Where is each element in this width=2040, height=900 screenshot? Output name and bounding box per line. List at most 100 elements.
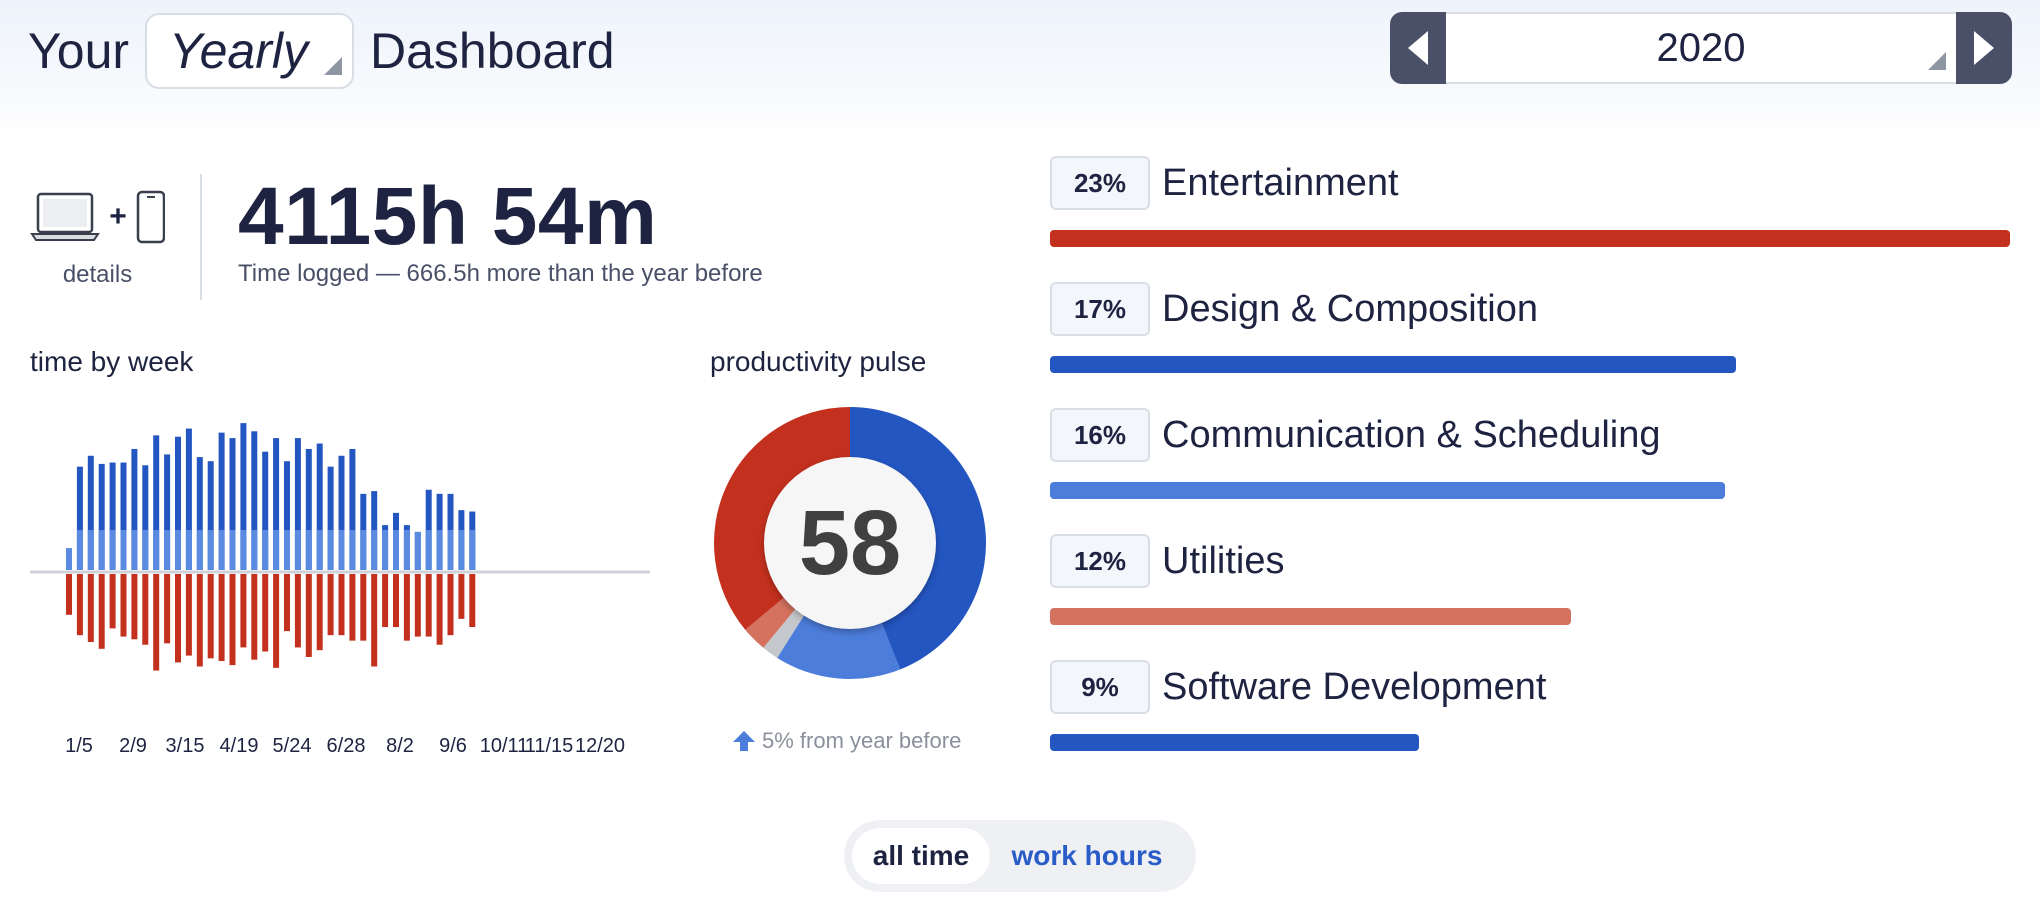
productive-bar-light bbox=[360, 530, 367, 570]
productive-bar-light bbox=[284, 530, 290, 570]
category-percent: 12% bbox=[1050, 534, 1150, 588]
productive-bar-light bbox=[425, 530, 432, 570]
distracting-bar bbox=[458, 574, 465, 619]
distracting-bar bbox=[338, 574, 345, 636]
next-year-button[interactable] bbox=[1956, 12, 2012, 84]
productive-bar-light bbox=[251, 530, 258, 570]
productive-bar-light bbox=[229, 530, 236, 570]
arrow-left-icon bbox=[1408, 31, 1428, 65]
year-value: 2020 bbox=[1656, 25, 1746, 70]
productive-bar-light bbox=[447, 530, 454, 570]
productive-bar-light bbox=[273, 530, 280, 570]
distracting-bar bbox=[403, 574, 410, 641]
details-label: details bbox=[62, 261, 133, 288]
productive-bar-light bbox=[338, 530, 345, 570]
productive-bar-light bbox=[294, 530, 301, 570]
productive-bar-light bbox=[164, 530, 171, 570]
category-item[interactable]: 16% Communication & Scheduling bbox=[1050, 408, 1725, 499]
productive-bar-light bbox=[196, 530, 203, 570]
category-name: Communication & Scheduling bbox=[1162, 413, 1661, 456]
productive-bar-light bbox=[207, 530, 214, 570]
work-hours-tab[interactable]: work hours bbox=[990, 828, 1184, 884]
distracting-bar bbox=[120, 574, 127, 637]
category-name: Design & Composition bbox=[1162, 287, 1538, 330]
tick-label: 6/28 bbox=[327, 735, 366, 757]
distracting-bar bbox=[218, 574, 225, 662]
productive-bar-light bbox=[349, 530, 356, 570]
distracting-bar bbox=[196, 574, 203, 667]
all-time-tab[interactable]: all time bbox=[852, 828, 990, 884]
productive-bar-light bbox=[469, 530, 476, 570]
productive-bar-light bbox=[131, 530, 138, 570]
distracting-bar bbox=[76, 574, 83, 636]
productive-bar-light bbox=[305, 530, 312, 570]
distracting-bar bbox=[175, 574, 181, 663]
productive-bar-light bbox=[185, 530, 192, 570]
week-chart: 1/5 2/9 3/15 4/19 5/24 6/28 8/2 9/6 10/1111/15 12… bbox=[30, 423, 650, 757]
category-percent: 16% bbox=[1050, 408, 1150, 462]
page-title: Your Yearly Dashboard bbox=[28, 12, 615, 90]
tick-label: 2/9 bbox=[119, 735, 147, 757]
dropdown-corner-icon bbox=[1928, 52, 1946, 70]
productive-bar-light bbox=[218, 530, 225, 570]
productive-bar-light bbox=[153, 530, 160, 570]
productive-bar-light bbox=[327, 530, 334, 570]
category-bar bbox=[1050, 356, 1737, 373]
time-range-toggle: all time work hours bbox=[844, 820, 1196, 892]
pulse-score-circle: 58 bbox=[764, 457, 936, 629]
productive-bar-light bbox=[175, 530, 181, 570]
category-name: Utilities bbox=[1162, 539, 1285, 582]
distracting-bar bbox=[305, 574, 312, 657]
phone-icon bbox=[136, 190, 166, 244]
tick-label: 4/19 bbox=[220, 735, 259, 757]
distracting-bar bbox=[164, 574, 171, 644]
productive-bar-light bbox=[87, 530, 94, 570]
laptop-icon bbox=[30, 192, 100, 241]
distracting-bar bbox=[447, 574, 454, 636]
category-item[interactable]: 9% Software Development bbox=[1050, 660, 1546, 751]
category-percent: 23% bbox=[1050, 156, 1150, 210]
category-item[interactable]: 17% Design & Composition bbox=[1050, 282, 1737, 373]
category-bar bbox=[1050, 230, 2010, 247]
category-item[interactable]: 12% Utilities bbox=[1050, 534, 1572, 625]
pulse-change-text: 5% from year before bbox=[762, 728, 962, 753]
distracting-bar bbox=[436, 574, 443, 645]
title-prefix: Your bbox=[28, 23, 130, 79]
category-item[interactable]: 23% Entertainment bbox=[1050, 156, 2010, 247]
tick-label: 11/15 bbox=[525, 735, 574, 757]
category-percent: 17% bbox=[1050, 282, 1150, 336]
distracting-bar bbox=[185, 574, 192, 656]
period-dropdown[interactable]: Yearly bbox=[145, 13, 354, 89]
productive-bar-light bbox=[262, 530, 269, 570]
arrow-up-icon bbox=[733, 731, 755, 751]
plus-sign: + bbox=[109, 200, 127, 233]
devices-icon: + bbox=[30, 190, 166, 244]
arrow-right-icon bbox=[1974, 31, 1994, 65]
distracting-bar bbox=[142, 574, 149, 645]
tick-label: 3/15 bbox=[166, 735, 205, 757]
distracting-bar bbox=[360, 574, 367, 641]
distracting-bar bbox=[251, 574, 258, 660]
productive-bar-light bbox=[142, 530, 149, 570]
summary-divider bbox=[200, 174, 202, 300]
category-name: Entertainment bbox=[1162, 161, 1399, 204]
productive-bar-light bbox=[240, 530, 247, 570]
tick-label: 8/2 bbox=[386, 735, 414, 757]
pulse-change: 5% from year before bbox=[732, 728, 972, 754]
category-bar bbox=[1050, 482, 1725, 499]
tick-label: 5/24 bbox=[273, 735, 312, 757]
distracting-bar bbox=[273, 574, 280, 668]
time-subtitle: Time logged — 666.5h more than the year … bbox=[238, 260, 763, 287]
distracting-bar bbox=[425, 574, 432, 637]
distracting-bar bbox=[316, 574, 323, 651]
week-chart-title: time by week bbox=[30, 346, 194, 377]
distracting-bar bbox=[153, 574, 160, 671]
device-details-button[interactable]: + details bbox=[30, 190, 166, 289]
previous-year-button[interactable] bbox=[1390, 12, 1446, 84]
distracting-bar bbox=[349, 574, 356, 641]
distracting-bar bbox=[87, 574, 94, 642]
year-dropdown[interactable]: 2020 bbox=[1446, 12, 1956, 84]
category-bar bbox=[1050, 608, 1572, 625]
category-name: Software Development bbox=[1162, 665, 1547, 708]
year-navigator: 2020 bbox=[1390, 12, 2012, 84]
